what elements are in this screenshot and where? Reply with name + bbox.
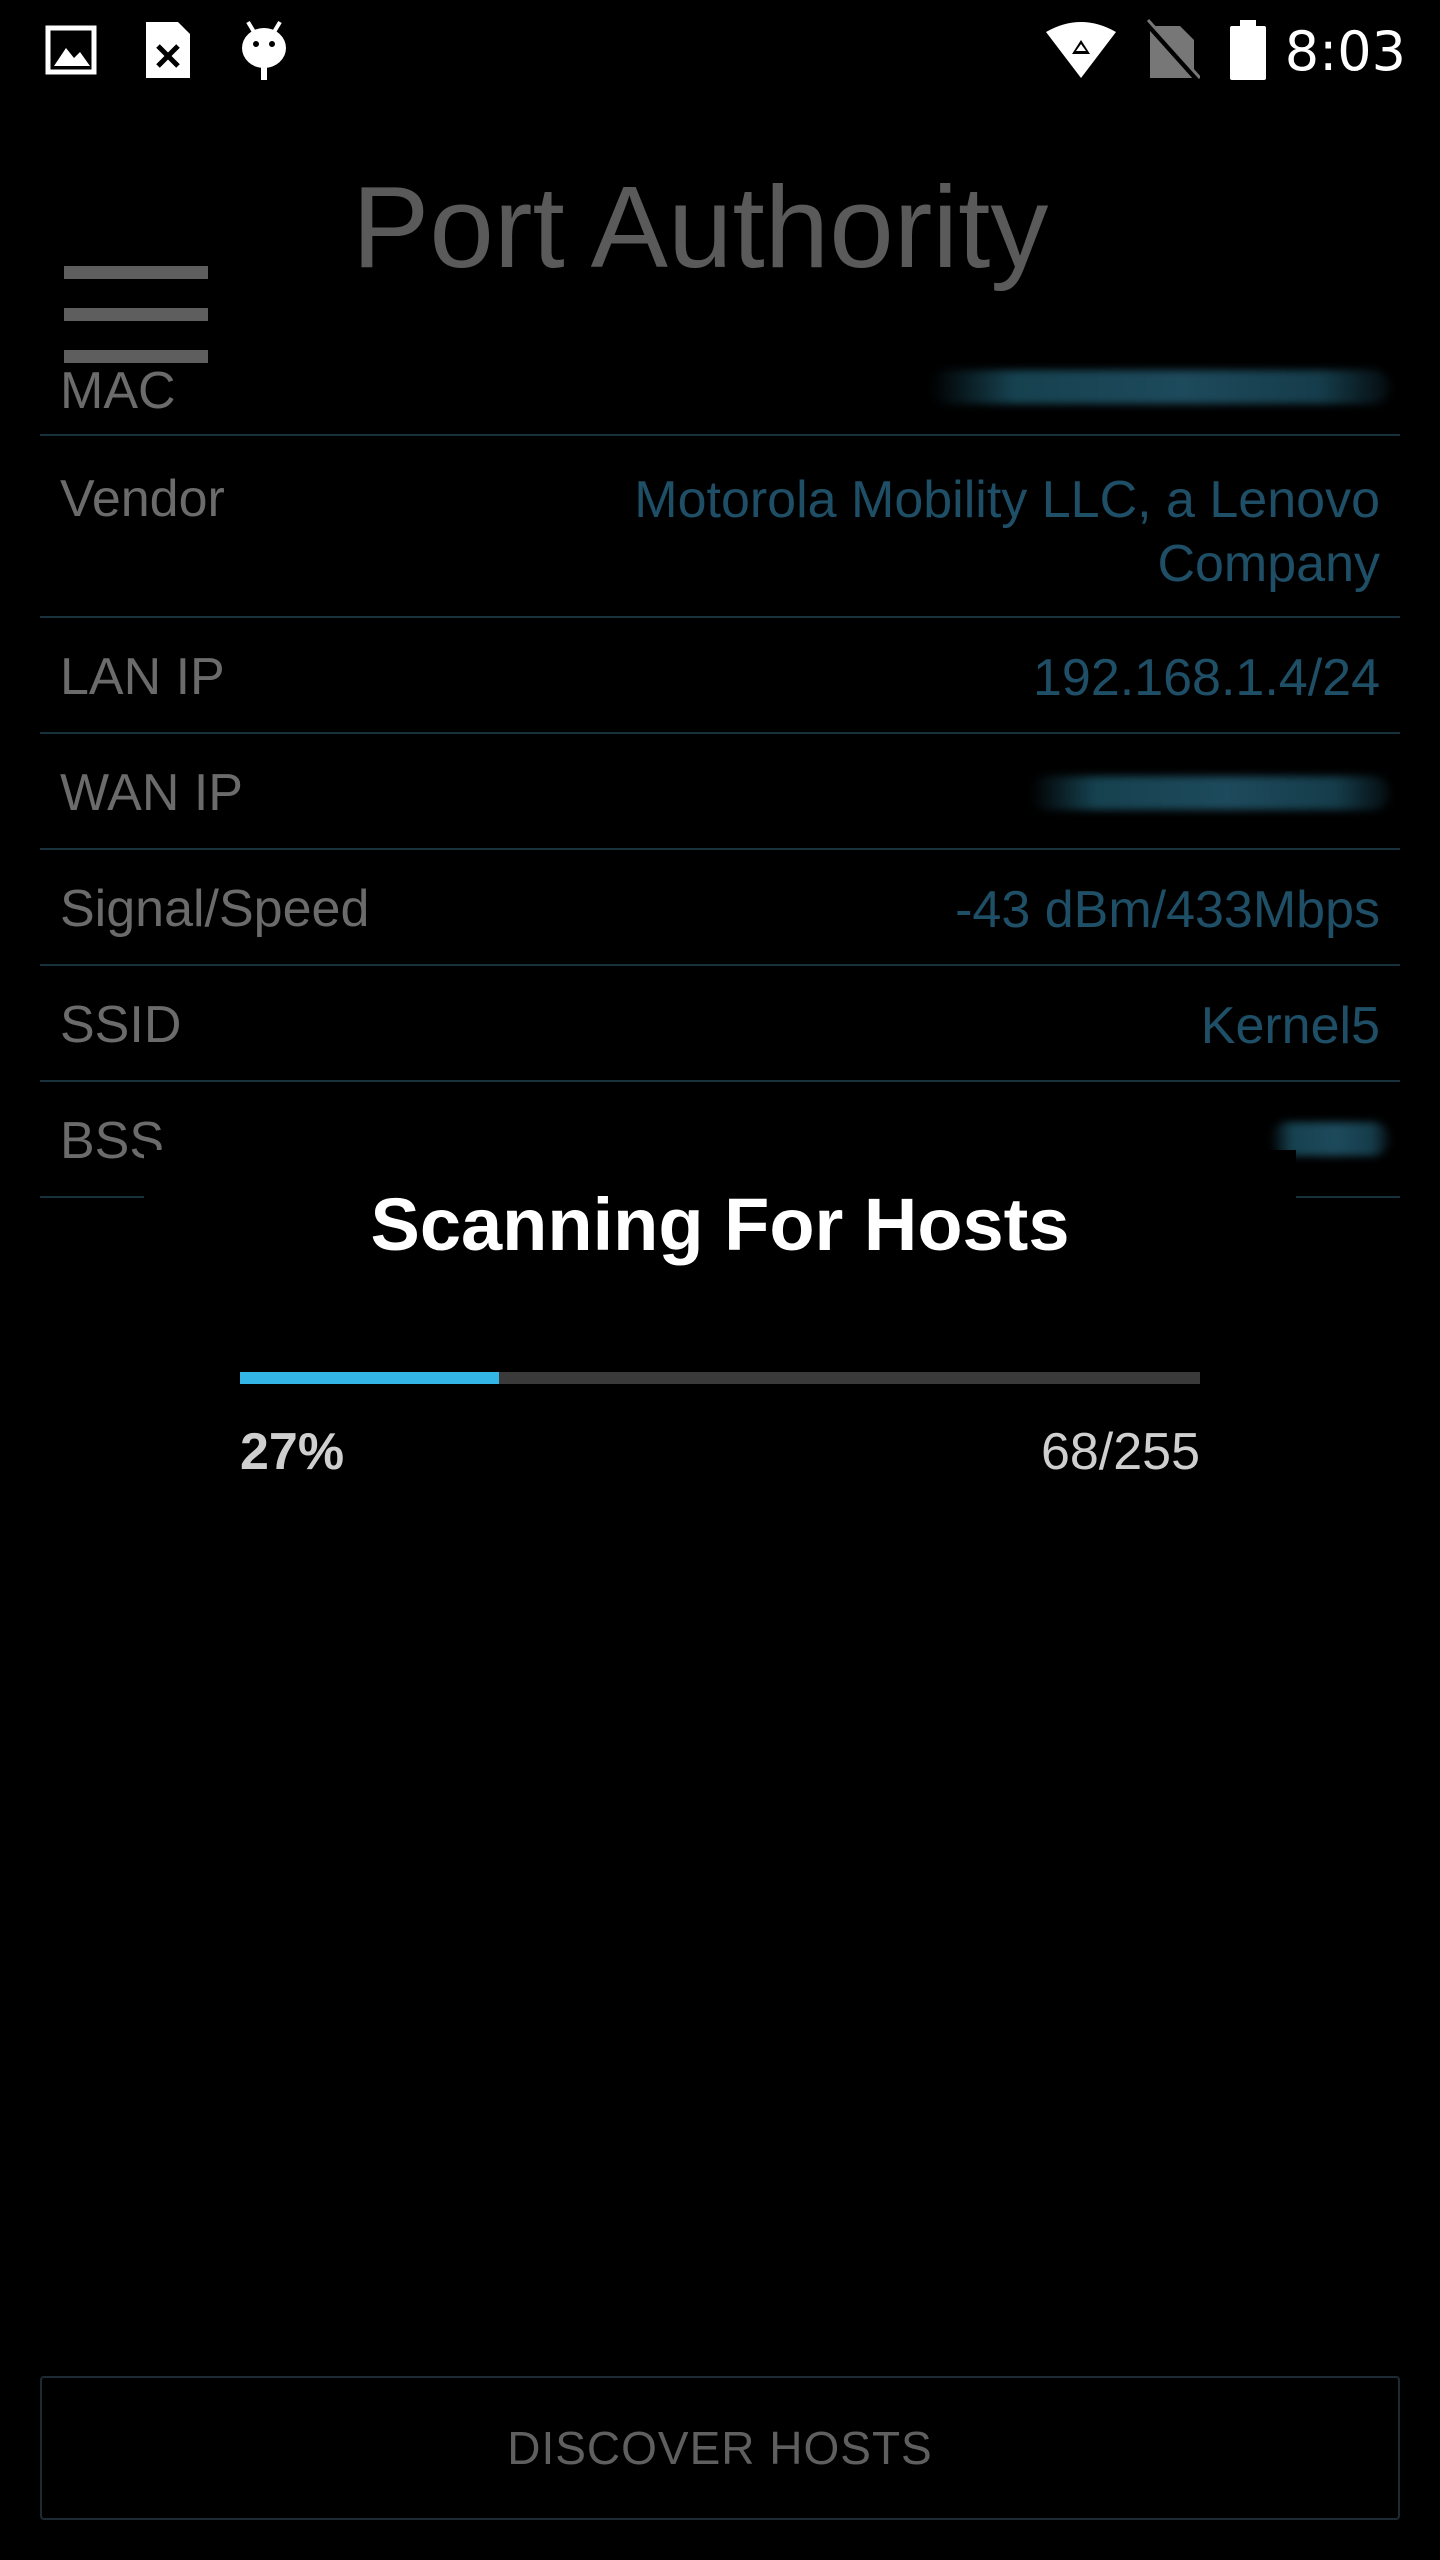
ssid-value: Kernel5 (1200, 997, 1380, 1055)
info-row-signal-speed: Signal/Speed -43 dBm/433Mbps (40, 850, 1400, 966)
no-sim-icon (1143, 18, 1202, 87)
sim-card-error-icon (140, 18, 196, 87)
battery-icon (1226, 18, 1270, 87)
wifi-icon (1044, 18, 1118, 87)
wan-ip-label: WAN IP (60, 764, 243, 822)
app-title: Port Authority (352, 162, 1049, 292)
scan-progress-bar (240, 1372, 1200, 1384)
mac-label: MAC (60, 362, 176, 420)
info-row-wan-ip: WAN IP (40, 734, 1400, 850)
menu-line (64, 266, 208, 279)
info-row-vendor: Vendor Motorola Mobility LLC, a Lenovo C… (40, 436, 1400, 618)
info-row-mac: MAC (40, 340, 1400, 436)
menu-line (64, 308, 208, 321)
discover-hosts-button[interactable]: DISCOVER HOSTS (40, 2376, 1400, 2520)
scanning-dialog: Scanning For Hosts 27% 68/255 (144, 1150, 1296, 1510)
signal-speed-value: -43 dBm/433Mbps (955, 881, 1380, 939)
dialog-title: Scanning For Hosts (370, 1183, 1070, 1266)
android-debug-icon (236, 18, 292, 87)
vendor-value: Motorola Mobility LLC, a Lenovo Company (634, 471, 1380, 593)
mac-value-redacted (930, 370, 1390, 404)
network-info-list: MAC Vendor Motorola Mobility LLC, a Leno… (40, 340, 1400, 1198)
hamburger-menu-icon[interactable] (56, 180, 216, 363)
signal-speed-label: Signal/Speed (60, 880, 370, 938)
lan-ip-value: 192.168.1.4/24 (1033, 649, 1380, 707)
vendor-label: Vendor (60, 470, 225, 528)
info-row-lan-ip: LAN IP 192.168.1.4/24 (40, 618, 1400, 734)
info-row-ssid: SSID Kernel5 (40, 966, 1400, 1082)
app-bar: Port Authority (0, 100, 1440, 363)
scan-progress-fill (240, 1372, 500, 1384)
lan-ip-label: LAN IP (60, 648, 225, 706)
status-bar: 8:03 (0, 0, 1440, 100)
progress-percent: 27% (240, 1423, 345, 1481)
wan-ip-value-redacted (1030, 776, 1390, 810)
progress-count: 68/255 (1040, 1423, 1200, 1481)
ssid-label: SSID (60, 996, 182, 1054)
gallery-icon (44, 18, 100, 87)
clock: 8:03 (1284, 20, 1406, 83)
